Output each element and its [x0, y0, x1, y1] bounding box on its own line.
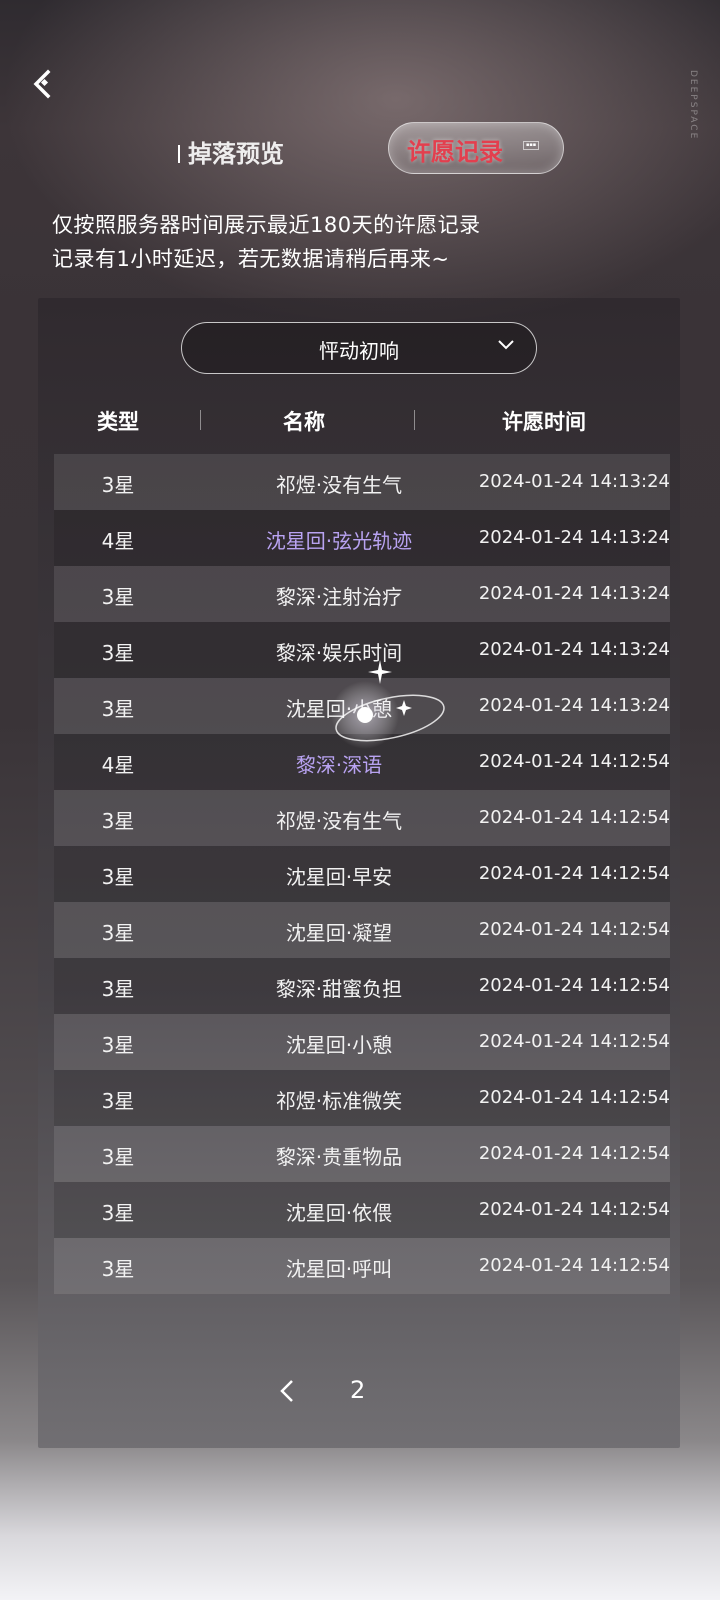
row-type: 3星 — [101, 809, 135, 833]
row-time: 2024-01-24 14:12:54 — [478, 863, 670, 884]
row-type: 3星 — [101, 1257, 135, 1281]
row-type: 3星 — [101, 1201, 135, 1225]
row-name: 沈星回·早安 — [285, 865, 393, 889]
row-name: 沈星回·小憩 — [285, 1033, 393, 1057]
table-row: 3星 祁煜·没有生气 2024-01-24 14:12:54 — [54, 790, 670, 846]
pool-filter-dropdown[interactable]: 怦动初响 — [181, 322, 537, 374]
chevron-down-icon — [498, 340, 514, 350]
table-row: 3星 黎深·贵重物品 2024-01-24 14:12:54 — [54, 1126, 670, 1182]
table-row: 3星 沈星回·小憩 2024-01-24 14:13:24 — [54, 678, 670, 734]
table-row: 4星 沈星回·弦光轨迹 2024-01-24 14:13:24 — [54, 510, 670, 566]
row-time: 2024-01-24 14:13:24 — [478, 695, 670, 716]
row-time: 2024-01-24 14:12:54 — [478, 1031, 670, 1052]
tab-drop-preview[interactable]: 掉落预览 — [178, 134, 284, 169]
header-time: 许愿时间 — [502, 410, 586, 434]
table-row: 3星 黎深·甜蜜负担 2024-01-24 14:12:54 — [54, 958, 670, 1014]
row-type: 3星 — [101, 865, 135, 889]
tab-bar: 掉落预览 许愿记录 ▪▪▪ — [0, 122, 720, 178]
row-name: 沈星回·凝望 — [285, 921, 393, 945]
back-arrow-icon — [33, 69, 51, 99]
table-row: 3星 黎深·注射治疗 2024-01-24 14:13:24 — [54, 566, 670, 622]
table-row: 3星 沈星回·小憩 2024-01-24 14:12:54 — [54, 1014, 670, 1070]
tab-badge-icon: ▪▪▪ — [523, 141, 540, 150]
table-row: 3星 祁煜·标准微笑 2024-01-24 14:12:54 — [54, 1070, 670, 1126]
row-name: 黎深·甜蜜负担 — [275, 977, 403, 1001]
row-time: 2024-01-24 14:12:54 — [478, 1199, 670, 1220]
current-page-number: 2 — [350, 1376, 366, 1404]
header-divider — [414, 410, 415, 430]
row-name: 黎深·注射治疗 — [275, 585, 403, 609]
row-time: 2024-01-24 14:13:24 — [478, 583, 670, 604]
table-row: 3星 沈星回·呼叫 2024-01-24 14:12:54 — [54, 1238, 670, 1294]
tab-drop-preview-label: 掉落预览 — [188, 139, 284, 168]
row-time: 2024-01-24 14:12:54 — [478, 1255, 670, 1276]
table-row: 3星 沈星回·早安 2024-01-24 14:12:54 — [54, 846, 670, 902]
row-type: 3星 — [101, 697, 135, 721]
row-type: 3星 — [101, 1145, 135, 1169]
row-name: 祁煜·标准微笑 — [275, 1089, 403, 1113]
row-time: 2024-01-24 14:12:54 — [478, 1087, 670, 1108]
row-name: 沈星回·依偎 — [285, 1201, 393, 1225]
header-type: 类型 — [97, 410, 139, 434]
pool-filter-value: 怦动初响 — [319, 339, 399, 363]
notice-text: 仅按照服务器时间展示最近180天的许愿记录 记录有1小时延迟，若无数据请稍后再来… — [52, 208, 481, 276]
row-time: 2024-01-24 14:12:54 — [478, 751, 670, 772]
notice-line-1: 仅按照服务器时间展示最近180天的许愿记录 — [52, 213, 481, 237]
row-time: 2024-01-24 14:13:24 — [478, 639, 670, 660]
back-button[interactable] — [28, 66, 68, 106]
row-type: 3星 — [101, 641, 135, 665]
row-type: 3星 — [101, 977, 135, 1001]
row-name: 黎深·贵重物品 — [275, 1145, 403, 1169]
row-name: 沈星回·小憩 — [285, 697, 393, 721]
row-type: 3星 — [101, 1089, 135, 1113]
tab-indicator-bar — [178, 145, 180, 163]
row-name: 黎深·深语 — [295, 753, 383, 777]
row-type: 4星 — [101, 529, 135, 553]
table-row: 3星 黎深·娱乐时间 2024-01-24 14:13:24 — [54, 622, 670, 678]
table-row: 3星 沈星回·依偎 2024-01-24 14:12:54 — [54, 1182, 670, 1238]
pagination: 2 — [0, 1372, 720, 1412]
tab-wish-history-label: 许愿记录 — [407, 137, 503, 166]
header-name: 名称 — [283, 410, 325, 434]
row-type: 3星 — [101, 585, 135, 609]
row-type: 4星 — [101, 753, 135, 777]
row-name: 祁煜·没有生气 — [275, 473, 403, 497]
row-time: 2024-01-24 14:12:54 — [478, 807, 670, 828]
header-divider — [200, 410, 201, 430]
records-table: 3星 祁煜·没有生气 2024-01-24 14:13:24 4星 沈星回·弦光轨迹 20… — [54, 454, 670, 1294]
row-type: 3星 — [101, 473, 135, 497]
table-header: 类型 名称 许愿时间 — [54, 400, 670, 440]
chevron-left-icon[interactable] — [276, 1378, 298, 1404]
row-name: 黎深·娱乐时间 — [275, 641, 403, 665]
row-type: 3星 — [101, 921, 135, 945]
row-name: 沈星回·呼叫 — [285, 1257, 393, 1281]
row-time: 2024-01-24 14:12:54 — [478, 919, 670, 940]
row-name: 祁煜·没有生气 — [275, 809, 403, 833]
row-time: 2024-01-24 14:12:54 — [478, 1143, 670, 1164]
row-time: 2024-01-24 14:13:24 — [478, 471, 670, 492]
row-name: 沈星回·弦光轨迹 — [265, 529, 413, 553]
row-time: 2024-01-24 14:12:54 — [478, 975, 670, 996]
table-row: 4星 黎深·深语 2024-01-24 14:12:54 — [54, 734, 670, 790]
tab-wish-history[interactable]: 许愿记录 ▪▪▪ — [388, 122, 564, 174]
notice-line-2: 记录有1小时延迟，若无数据请稍后再来~ — [52, 247, 450, 271]
table-row: 3星 沈星回·凝望 2024-01-24 14:12:54 — [54, 902, 670, 958]
row-type: 3星 — [101, 1033, 135, 1057]
table-row: 3星 祁煜·没有生气 2024-01-24 14:13:24 — [54, 454, 670, 510]
row-time: 2024-01-24 14:13:24 — [478, 527, 670, 548]
